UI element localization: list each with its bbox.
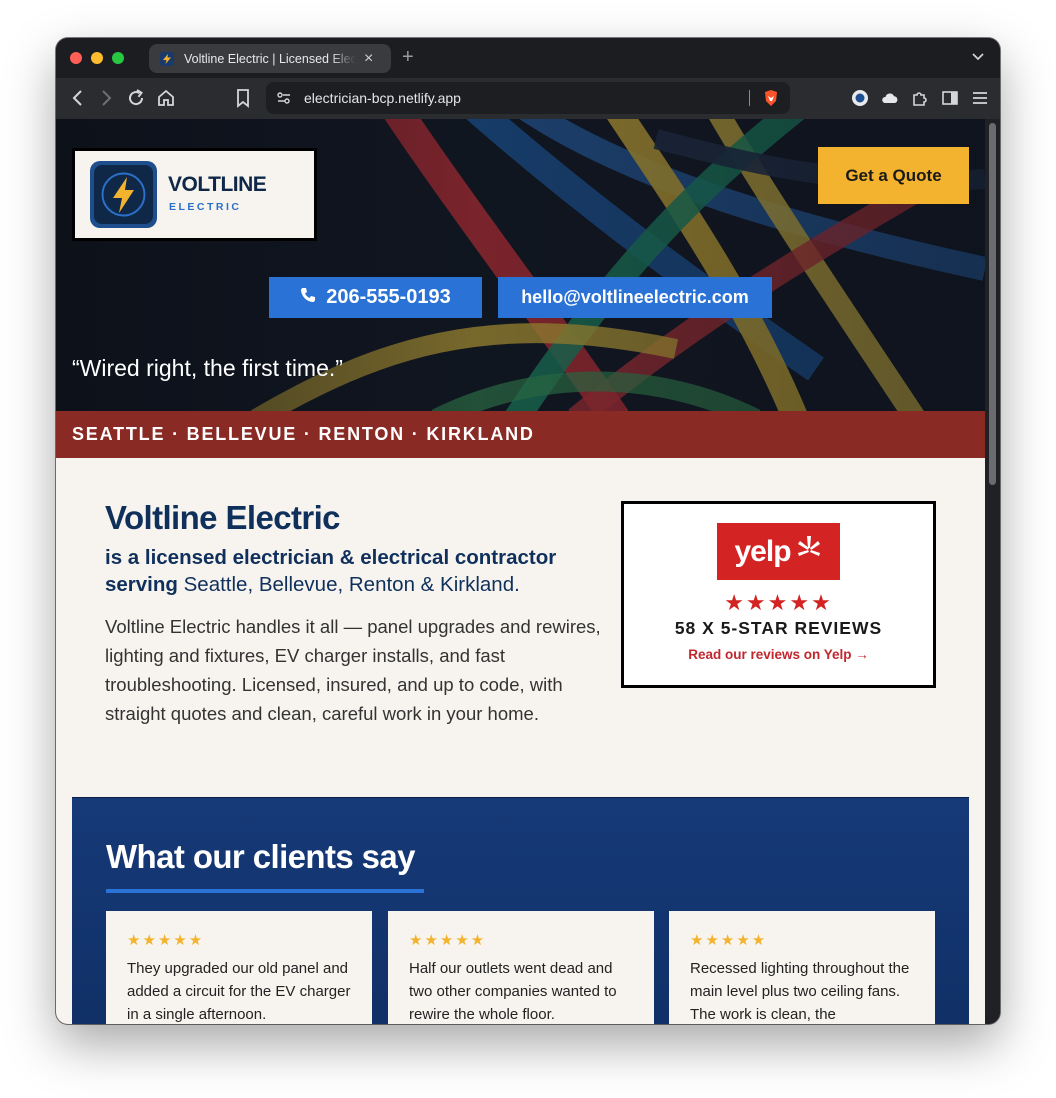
yelp-burst-icon [795,534,823,569]
intro-title: Voltline Electric [105,499,341,536]
service-cities-bar: SEATTLE · BELLEVUE · RENTON · KIRKLAND [56,411,985,458]
yelp-rating-stars: ★★★★★ [724,590,833,615]
maximize-window-button[interactable] [112,52,124,64]
testimonials-title: What our clients say [106,838,416,875]
reload-icon[interactable] [126,88,146,108]
testimonials-section: What our clients say ★★★★★ They upgraded… [72,797,969,1024]
forward-icon[interactable] [96,88,116,108]
logo-subtitle: ELECTRIC [169,201,242,213]
review-card: ★★★★★ Recessed lighting throughout the m… [669,911,935,1024]
lightning-bolt-icon [90,161,157,228]
yelp-reviews-card[interactable]: yelp ★★★★★ 58 X 5-STAR REVIEWS Read our … [621,501,936,688]
favicon-icon [160,51,174,66]
review-text: They upgraded our old panel and added a … [127,960,351,1023]
intro-body: Voltline Electric handles it all — panel… [105,616,601,724]
site-settings-icon[interactable] [276,90,292,111]
tab-title: Voltline Electric | Licensed Electrician [184,51,356,66]
review-card: ★★★★★ Half our outlets went dead and two… [388,911,654,1024]
intro-subtitle-cities: Seattle, Bellevue, Renton & Kirkland. [183,573,520,596]
close-window-button[interactable] [70,52,82,64]
phone-icon [300,286,316,309]
review-text: Recessed lighting throughout the main le… [690,960,910,1023]
review-stars: ★★★★★ [127,932,205,949]
intro-subtitle: is a licensed electrician & electrical c… [105,544,575,598]
tab-close-icon[interactable]: × [364,50,373,67]
phone-button[interactable]: 206-555-0193 [269,277,482,318]
review-stars: ★★★★★ [409,932,487,949]
brave-shield-icon[interactable] [762,89,780,112]
address-bar[interactable]: electrician-bcp.netlify.app [266,82,790,114]
chevron-down-icon[interactable] [972,50,984,64]
site-logo[interactable]: VOLTLINE ELECTRIC [72,148,317,241]
yelp-reviews-link[interactable]: Read our reviews on Yelp → [624,647,933,662]
url-text: electrician-bcp.netlify.app [304,90,461,106]
bookmark-icon[interactable] [233,88,253,108]
page-viewport: VOLTLINE ELECTRIC Get a Quote 206-555-01… [56,119,985,1024]
hero-section: VOLTLINE ELECTRIC Get a Quote 206-555-01… [56,119,985,411]
yelp-review-count: 58 X 5-STAR REVIEWS [674,618,883,638]
hero-tagline: “Wired right, the first time.” [72,355,343,381]
yelp-logo: yelp [717,523,840,580]
review-stars: ★★★★★ [690,932,768,949]
review-text: Half our outlets went dead and two other… [409,960,617,1023]
url-divider [749,90,750,106]
extensions-icon[interactable] [910,88,930,108]
new-tab-button[interactable]: + [402,47,414,67]
sidebar-icon[interactable] [940,88,960,108]
profile-icon[interactable] [850,88,870,108]
email-button[interactable]: hello@voltlineelectric.com [498,277,772,318]
menu-icon[interactable] [970,88,990,108]
tab-strip: Voltline Electric | Licensed Electrician… [56,38,1000,78]
scrollbar-thumb[interactable] [989,123,996,485]
home-icon[interactable] [156,88,176,108]
title-underline [106,889,424,893]
yelp-logo-text: yelp [734,534,791,568]
browser-window: Voltline Electric | Licensed Electrician… [56,38,1000,1024]
logo-name: VOLTLINE [168,173,267,196]
page-scrollbar[interactable] [985,119,1000,1024]
get-a-quote-button[interactable]: Get a Quote [818,147,969,204]
minimize-window-button[interactable] [91,52,103,64]
browser-toolbar: electrician-bcp.netlify.app [56,78,1000,119]
browser-tab[interactable]: Voltline Electric | Licensed Electrician… [149,44,391,73]
review-card: ★★★★★ They upgraded our old panel and ad… [106,911,372,1024]
cloud-icon[interactable] [880,88,900,108]
back-icon[interactable] [68,88,88,108]
phone-number: 206-555-0193 [326,286,451,308]
